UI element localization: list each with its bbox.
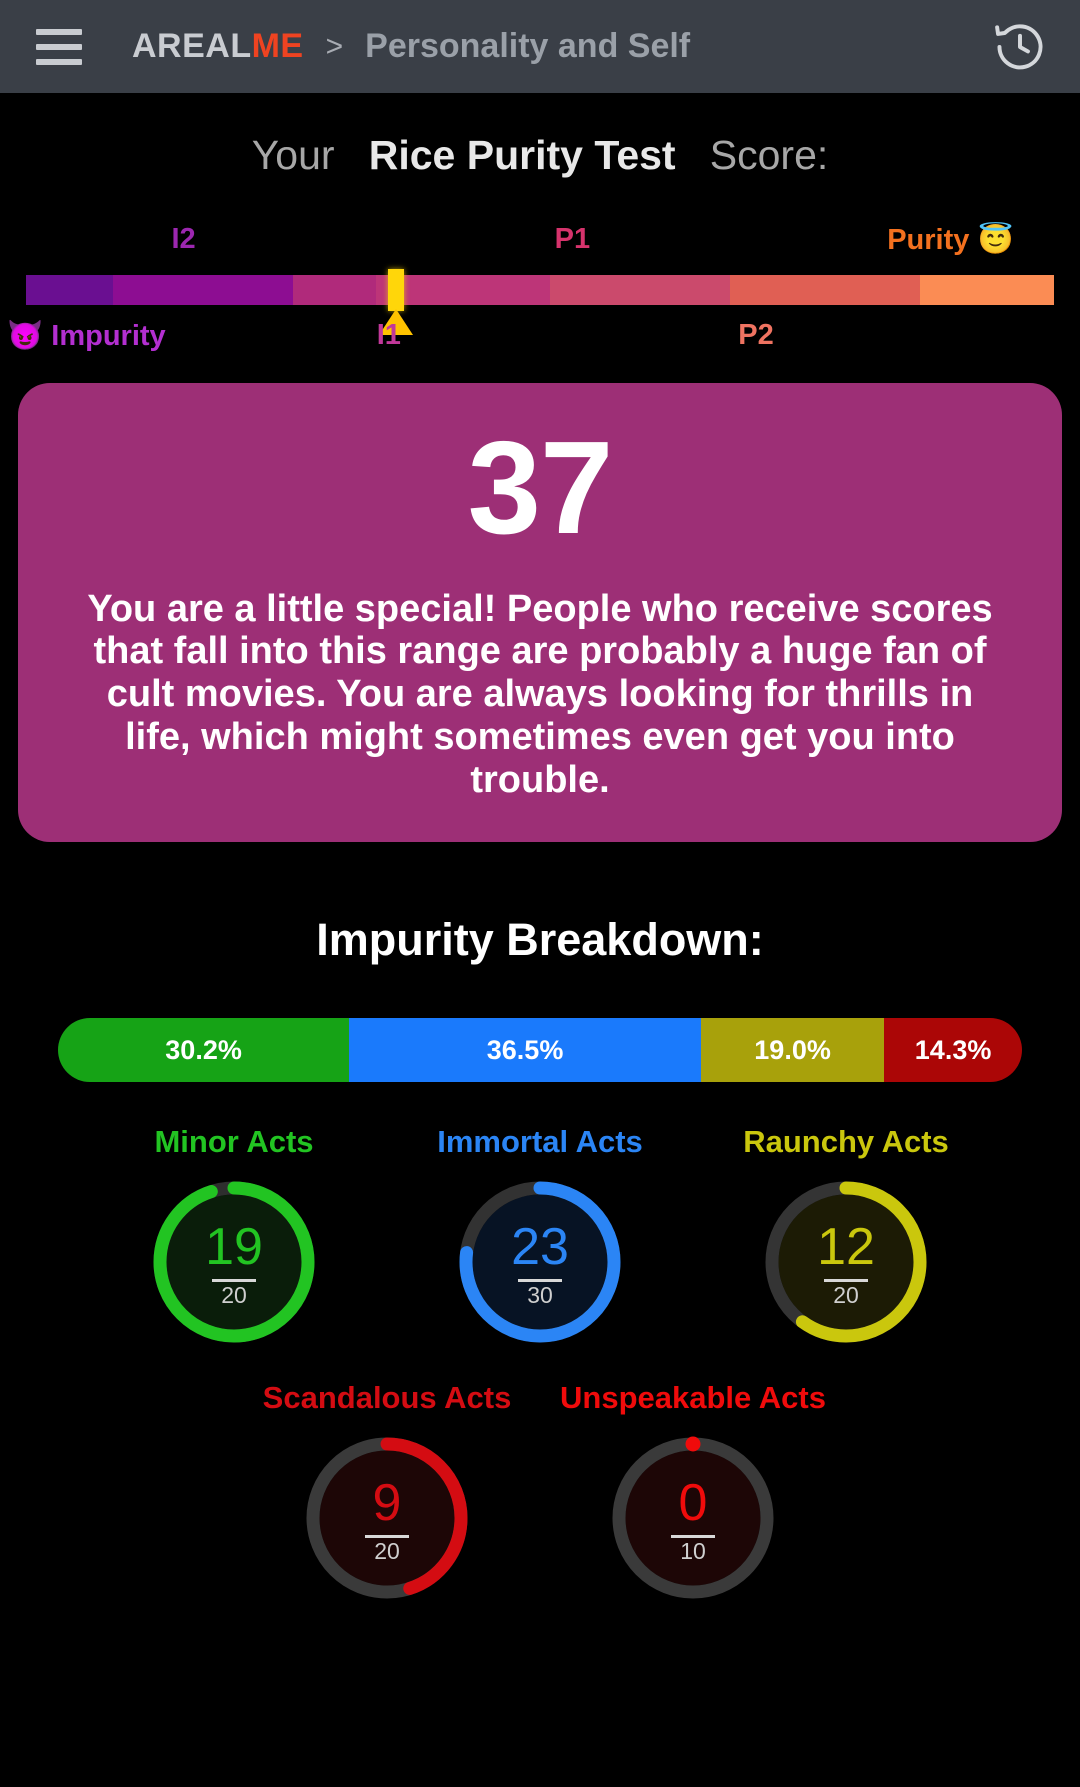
scale-label-bottom-0: 😈 Impurity [7,320,166,352]
app-header: AREALME > Personality and Self [0,0,1080,93]
scale-label-top-2: Purity 😇 [887,224,1014,256]
scale-segment-5 [730,275,921,305]
gauge-max: 30 [527,1282,553,1309]
gauge-value: 0 [678,1474,708,1533]
gauge-value: 23 [511,1218,569,1277]
scale-segment-6 [920,275,1054,305]
page-title: Your Rice Purity Test Score: [0,132,1080,179]
hamburger-menu-icon[interactable] [36,28,82,65]
gauge-ring: 12 20 [756,1172,936,1352]
scale-top-labels: I2 P1 Purity 😇 [0,223,1080,257]
gauge-max: 20 [221,1282,247,1309]
gauge-max: 10 [680,1538,706,1565]
scale-label-top-0: I2 [171,223,196,255]
gauge-label: Raunchy Acts [743,1124,949,1160]
gauge-ring: 9 20 [297,1428,477,1608]
gauge-value: 9 [372,1474,402,1533]
score-value: 37 [467,414,614,561]
breakdown-heading: Impurity Breakdown: [316,914,764,966]
scale-bottom-labels: 😈 Impurity I1 P2 [0,319,1080,353]
gauge-label: Minor Acts [154,1124,314,1160]
purity-scale: I2 P1 Purity 😇 😈 Impurity I1 P2 [0,223,1080,353]
title-suffix: Score: [709,132,829,178]
scale-label-bottom-2: P2 [738,319,774,351]
gauge-row-secondary: Scandalous Acts 9 20 Unspeakable Acts 0 10 [0,1380,1080,1608]
breadcrumb-category[interactable]: Personality and Self [365,27,690,66]
gauge-immortal-acts[interactable]: Immortal Acts 23 30 [387,1124,693,1352]
gauge-row-primary: Minor Acts 19 20 Immortal Acts 23 30 Raunchy A… [0,1124,1080,1352]
scale-gradient-bar [26,275,1054,305]
score-description: You are a little special! People who rec… [87,587,993,802]
gauge-value: 12 [817,1218,875,1277]
gauge-max: 20 [374,1538,400,1565]
gauge-ring: 0 10 [603,1428,783,1608]
gauge-raunchy-acts[interactable]: Raunchy Acts 12 20 [693,1124,999,1352]
brand-name-accent: ME [251,27,304,65]
score-marker [388,269,405,311]
breakdown-segment-3: 14.3% [884,1018,1022,1083]
brand-logo[interactable]: AREALME [132,27,304,66]
title-test-name: Rice Purity Test [368,132,676,178]
history-clock-icon[interactable] [992,19,1048,75]
breadcrumb-chevron-icon: > [325,29,344,63]
scale-segment-4 [550,275,731,305]
breakdown-segment-0: 30.2% [58,1018,350,1083]
gauge-scandalous-acts[interactable]: Scandalous Acts 9 20 [234,1380,540,1608]
gauge-label: Unspeakable Acts [560,1380,826,1416]
score-result-card: 37 You are a little special! People who … [18,383,1062,843]
breakdown-segment-label-3: 14.3% [914,1034,992,1065]
scale-segment-1 [113,275,294,305]
gauge-minor-acts[interactable]: Minor Acts 19 20 [81,1124,387,1352]
gauge-ring: 23 30 [450,1172,630,1352]
title-prefix: Your [251,132,335,178]
scale-label-bottom-1: I1 [376,319,401,351]
breakdown-segment-2: 19.0% [700,1018,885,1083]
gauge-label: Scandalous Acts [262,1380,512,1416]
gauge-value: 19 [205,1218,263,1277]
brand-name-primary: AREAL [132,27,252,65]
scale-segment-0 [26,275,114,305]
breakdown-segment-label-1: 36.5% [486,1034,564,1065]
gauge-label: Immortal Acts [437,1124,643,1160]
scale-label-top-1: P1 [554,223,591,255]
gauge-max: 20 [833,1282,859,1309]
gauge-unspeakable-acts[interactable]: Unspeakable Acts 0 10 [540,1380,846,1608]
breakdown-segment-label-2: 19.0% [754,1034,831,1065]
breakdown-segment-1: 36.5% [349,1018,701,1083]
gauge-ring: 19 20 [144,1172,324,1352]
impurity-stacked-bar: 30.2% 36.5% 19.0% 14.3% [58,1018,1022,1083]
scale-segment-2 [293,275,376,305]
breakdown-segment-label-0: 30.2% [165,1034,242,1065]
